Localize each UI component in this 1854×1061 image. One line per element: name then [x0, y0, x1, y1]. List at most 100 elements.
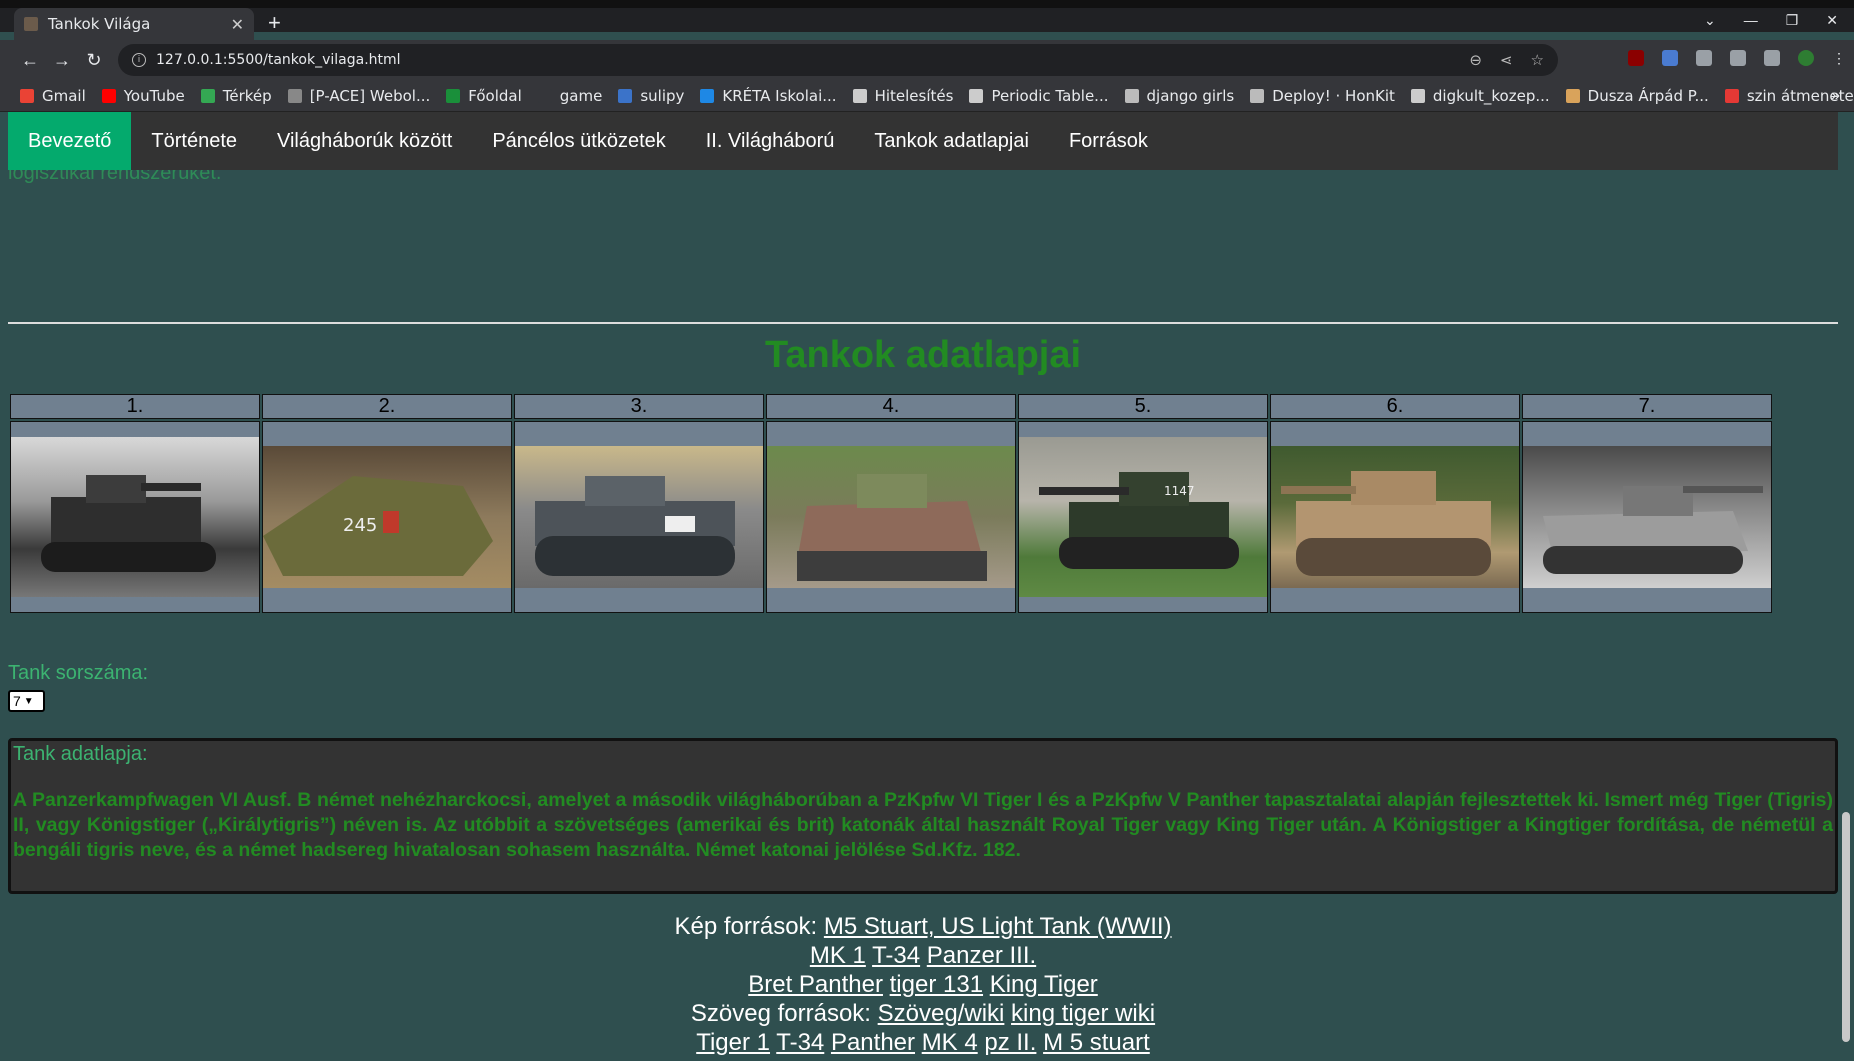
forward-icon[interactable]: →: [46, 50, 78, 71]
tank-number-label: Tank sorszáma:: [8, 662, 149, 684]
close-window-icon[interactable]: ✕: [1826, 12, 1838, 29]
datasheet-label: Tank adatlapja:: [13, 743, 148, 765]
tank-number-header: 1.: [10, 394, 260, 419]
tank-number-header: 4.: [766, 394, 1016, 419]
source-link[interactable]: tiger 131: [890, 971, 983, 998]
bookmark-item[interactable]: YouTube: [101, 86, 185, 105]
page-viewport: logisztikai rendszerüket. Bevezető Történ…: [8, 112, 1838, 1061]
bookmark-label: KRÉTA Iskolai...: [722, 86, 837, 105]
bookmark-label: digkult_kozep...: [1432, 86, 1550, 105]
extension-icons: ⋮: [1628, 50, 1846, 67]
text-sources-line-2: Tiger 1 T-34 Panther MK 4 pz II. M 5 stu…: [8, 1028, 1838, 1057]
bookmark-label: [P-ACE] Webol...: [309, 86, 431, 105]
source-link[interactable]: T-34: [776, 1029, 824, 1056]
reload-icon[interactable]: ↻: [78, 50, 110, 71]
source-link[interactable]: MK 1: [810, 942, 866, 969]
bookmark-item[interactable]: Dusza Árpád P...: [1565, 87, 1709, 105]
bookmark-favicon-icon: [1724, 88, 1739, 103]
bookmark-item[interactable]: django girls: [1124, 87, 1234, 105]
nav-item[interactable]: Története: [131, 112, 257, 170]
tank-photo-cell-3[interactable]: [514, 421, 764, 613]
tank-photo-cell-7[interactable]: [1522, 421, 1772, 613]
bookmark-item[interactable]: digkult_kozep...: [1410, 86, 1550, 105]
bookmark-item[interactable]: Gmail: [20, 87, 86, 105]
address-bar[interactable]: i 127.0.0.1:5500/tankok_vilaga.html ⊖ ⋖ …: [118, 44, 1558, 76]
tank-photo-cell-6[interactable]: [1270, 421, 1520, 613]
bookmark-item[interactable]: sulipy: [618, 87, 684, 105]
menu-icon[interactable]: ⋮: [1832, 50, 1846, 67]
source-link[interactable]: King Tiger: [990, 971, 1098, 998]
media-icon[interactable]: [1730, 50, 1746, 66]
bookmark-favicon-icon: [1410, 88, 1425, 103]
bookmark-favicon-icon: [1565, 88, 1580, 103]
page-title: Tankok adatlapjai: [764, 334, 1082, 376]
more-bookmarks-icon[interactable]: »: [1831, 87, 1840, 105]
browser-tab[interactable]: Tankok Világa ✕: [14, 8, 254, 40]
tank-datasheet: Tank adatlapja: A Panzerkampfwagen VI Au…: [8, 738, 1838, 894]
bookmark-item[interactable]: Periodic Table...: [969, 87, 1109, 105]
source-link[interactable]: M 5 stuart: [1043, 1029, 1150, 1056]
browser-toolbar: ← → ↻ i 127.0.0.1:5500/tankok_vilaga.htm…: [0, 40, 1854, 80]
bookmark-item[interactable]: Deploy! · HonKit: [1250, 87, 1395, 105]
bookmark-label: YouTube: [123, 86, 185, 105]
bookmark-item[interactable]: Térkép: [200, 87, 272, 105]
nav-item[interactable]: Világháborúk között: [257, 112, 472, 170]
tank-number-header: 6.: [1270, 394, 1520, 419]
tank-photo-cell-1[interactable]: [10, 421, 260, 613]
back-icon[interactable]: ←: [14, 50, 46, 71]
source-link[interactable]: Tiger 1: [696, 1029, 770, 1056]
restore-icon[interactable]: ❐: [1786, 12, 1799, 29]
source-link[interactable]: Panzer III.: [927, 942, 1036, 969]
scrollbar[interactable]: [1838, 112, 1854, 1061]
selected-value: 7: [13, 693, 21, 709]
top-edge: [0, 0, 1854, 8]
tank-photo-3: [515, 446, 763, 588]
nav-item[interactable]: Bevezető: [8, 112, 132, 170]
tank-photo-cell-2[interactable]: 245: [262, 421, 512, 613]
tank-favicon-icon: [24, 17, 38, 31]
source-link[interactable]: pz II.: [984, 1029, 1036, 1056]
info-icon[interactable]: i: [132, 53, 146, 67]
puzzle-icon[interactable]: [1696, 50, 1712, 66]
ublock-icon[interactable]: [1628, 50, 1644, 66]
translate-icon[interactable]: [1662, 50, 1678, 66]
bookmark-item[interactable]: Főoldal: [446, 87, 522, 105]
close-icon[interactable]: ✕: [231, 15, 244, 34]
bookmark-favicon-icon: [700, 88, 715, 103]
bookmark-item[interactable]: [P-ACE] Webol...: [287, 86, 431, 105]
source-link[interactable]: Panther: [831, 1029, 915, 1056]
scrollbar-thumb[interactable]: [1842, 812, 1850, 1042]
new-tab-icon[interactable]: +: [268, 10, 281, 36]
star-icon[interactable]: ☆: [1531, 51, 1544, 69]
tank-photo-cell-4[interactable]: [766, 421, 1016, 613]
text-sources-label: Szöveg források:: [690, 1000, 871, 1027]
nav-item[interactable]: Tankok adatlapjai: [854, 112, 1049, 170]
source-link[interactable]: king tiger wiki: [1011, 1000, 1155, 1027]
chevron-down-icon[interactable]: ⌄: [1704, 12, 1716, 29]
minimize-icon[interactable]: —: [1744, 12, 1758, 29]
nav-item[interactable]: Páncélos ütközetek: [472, 112, 685, 170]
sidebar-icon[interactable]: [1764, 50, 1780, 66]
tank-photo-4: [767, 446, 1015, 588]
bookmark-item[interactable]: Hitelesítés: [852, 87, 953, 105]
tank-number-select[interactable]: 7 ▼: [8, 690, 45, 712]
omnibox-icons: ⊖ ⋖ ☆: [1469, 51, 1544, 69]
source-link[interactable]: MK 4: [922, 1029, 978, 1056]
bookmark-item[interactable]: KRÉTA Iskolai...: [700, 86, 837, 105]
zoom-icon[interactable]: ⊖: [1469, 51, 1482, 69]
avatar[interactable]: [1798, 50, 1814, 66]
bookmark-label: Gmail: [42, 86, 86, 105]
source-link[interactable]: Szöveg/wiki: [878, 1000, 1005, 1027]
source-link[interactable]: Bret Panther: [748, 971, 883, 998]
source-link[interactable]: T-34: [872, 942, 920, 969]
share-icon[interactable]: ⋖: [1500, 51, 1513, 69]
nav-item[interactable]: II. Világháború: [686, 112, 855, 170]
tank-photo-cell-5[interactable]: 1147: [1018, 421, 1268, 613]
tank-photo-5: 1147: [1019, 437, 1267, 597]
tank-number-header: 7.: [1522, 394, 1772, 419]
divider: [8, 322, 1838, 324]
bookmark-item[interactable]: game: [537, 87, 602, 105]
nav-item[interactable]: Források: [1049, 112, 1168, 170]
sources-section: Kép források: M5 Stuart, US Light Tank (…: [8, 912, 1838, 1057]
source-link[interactable]: M5 Stuart, US Light Tank (WWII): [824, 913, 1172, 940]
